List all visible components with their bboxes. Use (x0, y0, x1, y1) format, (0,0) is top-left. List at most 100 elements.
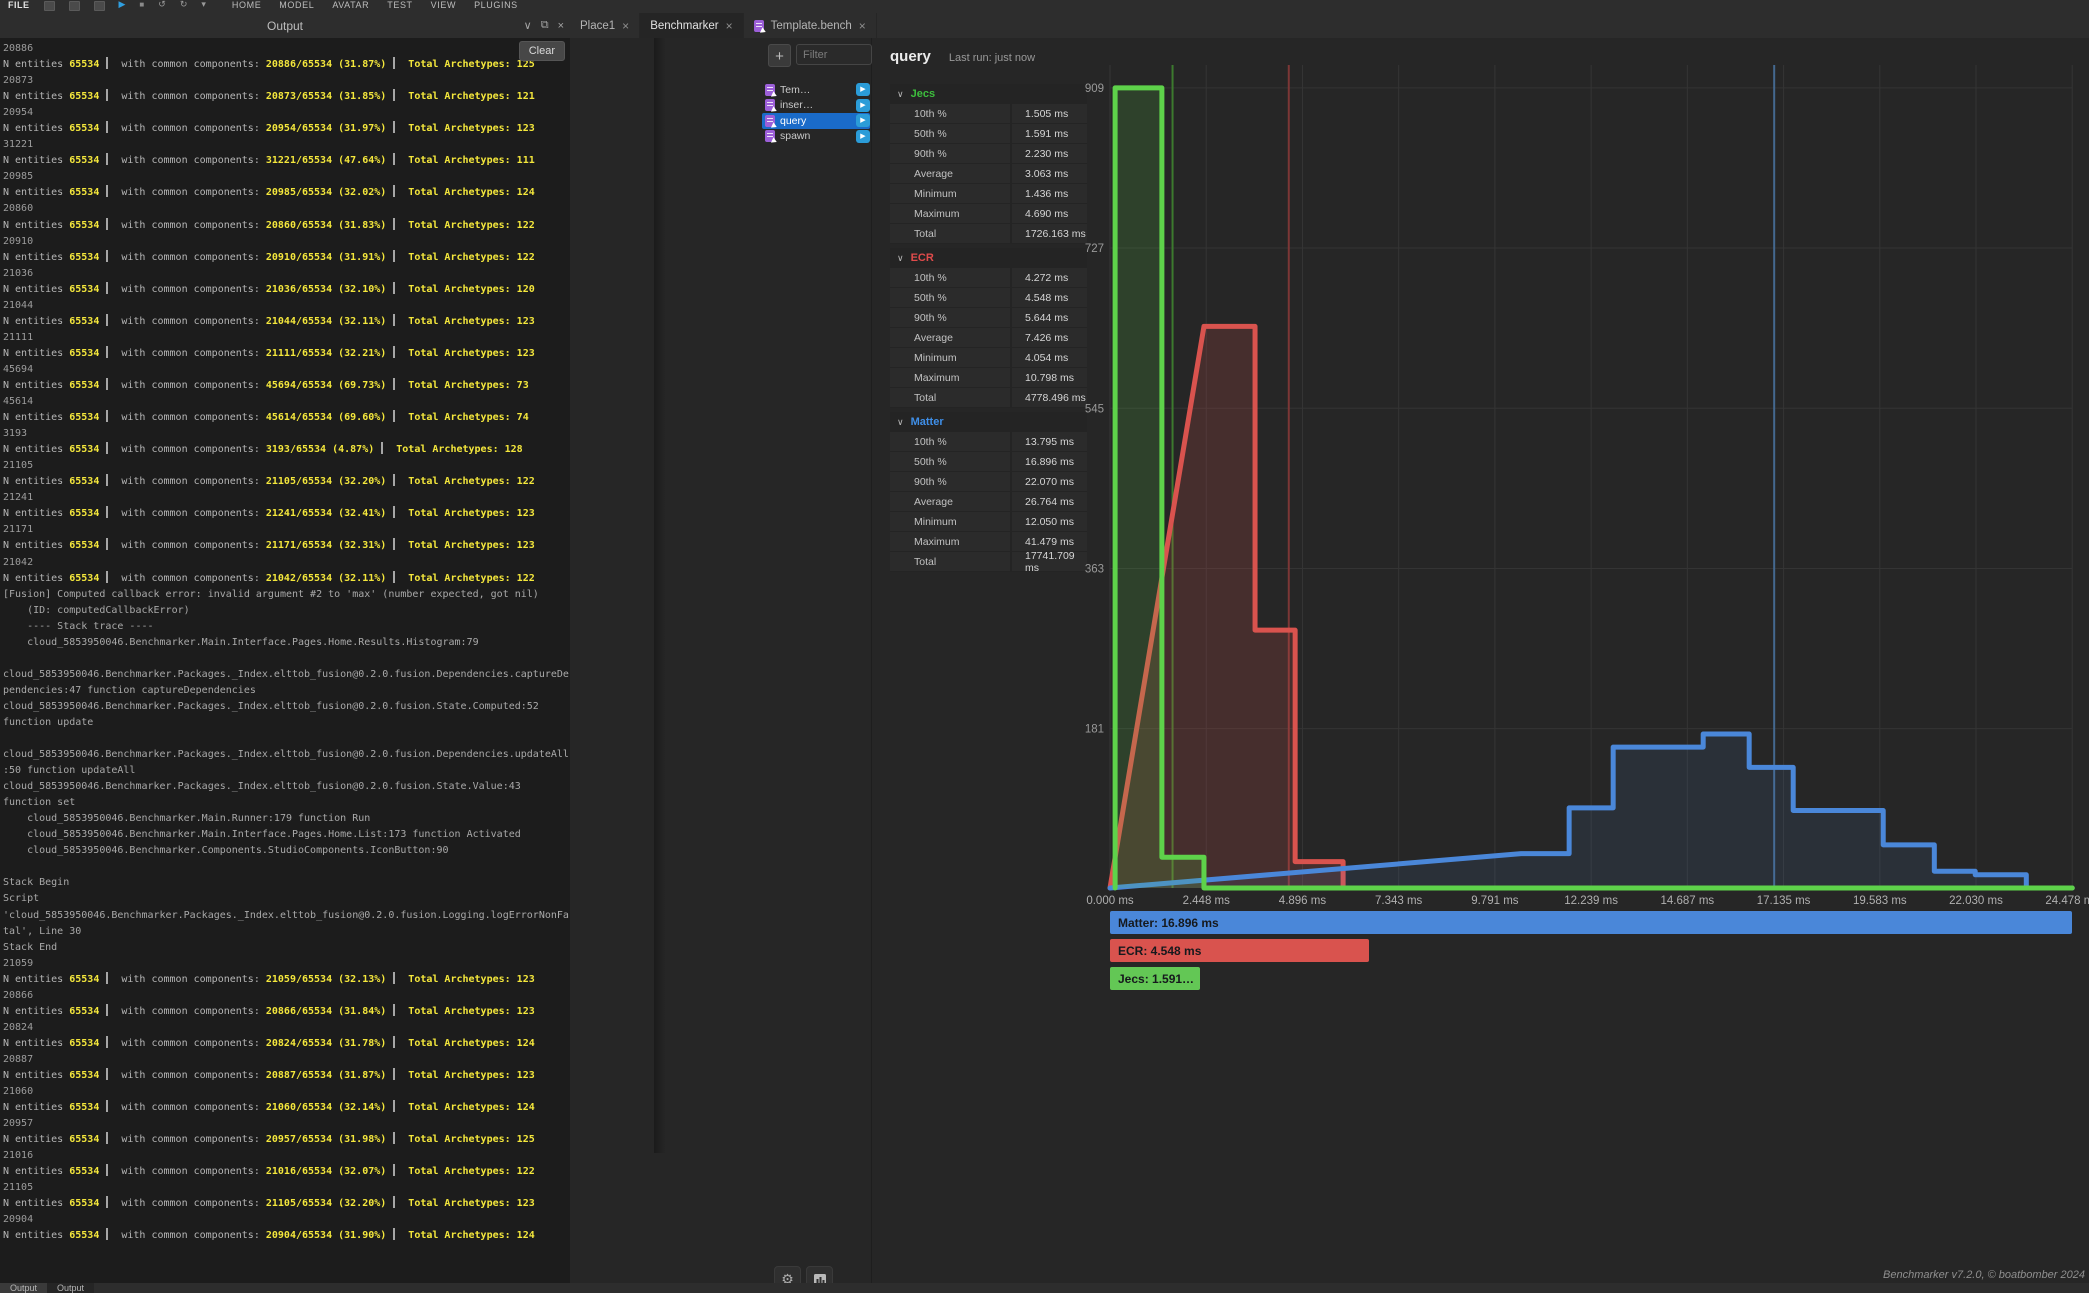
log-text: N entities (3, 123, 69, 134)
log-value: 31221/65534 (47.64%) (266, 155, 386, 166)
log-line: cloud_5853950046.Benchmarker.Packages._I… (3, 699, 570, 715)
log-line: pendencies:47 function captureDependenci… (3, 683, 570, 699)
benchmark-item-query[interactable]: query▶ (762, 113, 870, 129)
output-panel-header[interactable]: Output ∨ ⧉ × (0, 13, 570, 38)
log-text: N entities (3, 380, 69, 391)
play-icon[interactable]: ▶ (119, 0, 126, 9)
run-benchmark-button[interactable]: ▶ (856, 130, 870, 143)
output-log[interactable]: Clear 20886N entities 65534 with common … (0, 38, 570, 1283)
run-benchmark-button[interactable]: ▶ (856, 114, 870, 127)
log-number: 20954 (3, 107, 33, 118)
stats-row: 10th %4.272 ms (890, 268, 1087, 288)
ribbon-menu-test[interactable]: TEST (387, 0, 412, 10)
x-axis-label: 9.791 ms (1471, 895, 1519, 905)
log-separator (393, 1164, 395, 1176)
bottom-tab-output[interactable]: Output (0, 1283, 47, 1293)
stats-label: Maximum (890, 204, 1010, 223)
log-number: 31221 (3, 139, 33, 150)
log-value: Total Archetypes: 128 (390, 444, 522, 455)
stats-row: 90th %2.230 ms (890, 144, 1087, 164)
log-line: 'cloud_5853950046.Benchmarker.Packages._… (3, 908, 570, 924)
ribbon-menu-avatar[interactable]: AVATAR (332, 0, 369, 10)
log-value: Total Archetypes: 123 (402, 1006, 534, 1017)
chevron-down-icon[interactable]: ∨ (897, 89, 904, 100)
log-separator (106, 474, 108, 486)
log-number: 20824 (3, 1022, 33, 1033)
log-text: with common components: (115, 1230, 266, 1241)
log-text: with common components: (115, 1006, 266, 1017)
stats-section-header-ecr[interactable]: ∨ECR (890, 248, 1087, 268)
log-separator (393, 972, 395, 984)
clipboard-icon[interactable] (44, 1, 55, 11)
run-benchmark-button[interactable]: ▶ (856, 99, 870, 112)
log-value: 65534 (69, 1006, 99, 1017)
script-icon (765, 115, 775, 127)
x-axis-label: 0.000 ms (1086, 895, 1134, 905)
log-text: N entities (3, 59, 69, 70)
tab-close-icon[interactable]: × (726, 19, 733, 33)
log-line: cloud_5853950046.Benchmarker.Packages._I… (3, 779, 570, 795)
benchmark-item-Tem[interactable]: Tem…▶ (762, 82, 870, 98)
log-value: Total Archetypes: 124 (402, 187, 534, 198)
stats-value: 22.070 ms (1010, 472, 1087, 491)
ribbon-menu-plugins[interactable]: PLUGINS (474, 0, 518, 10)
stats-section-header-jecs[interactable]: ∨Jecs (890, 84, 1087, 104)
copy-icon[interactable] (69, 1, 80, 11)
log-separator (106, 1164, 108, 1176)
chevron-down-icon[interactable]: ∨ (897, 253, 904, 264)
chevron-down-icon[interactable]: ∨ (524, 19, 532, 32)
tab-place1[interactable]: Place1× (570, 13, 640, 38)
tab-benchmarker[interactable]: Benchmarker× (640, 13, 743, 38)
ribbon-menu-model[interactable]: MODEL (279, 0, 314, 10)
stats-value: 41.479 ms (1010, 532, 1087, 551)
ribbon-toolbar: FILE ▶ ■ ↺ ↻ ▾ HOME MODEL AVATAR TEST VIEW PL… (0, 0, 2089, 14)
tab-close-icon[interactable]: × (622, 19, 629, 33)
stats-label: Minimum (890, 348, 1010, 367)
log-value: Total Archetypes: 125 (402, 59, 534, 70)
tab-close-icon[interactable]: × (859, 19, 866, 33)
popout-icon[interactable]: ⧉ (541, 19, 549, 32)
undo-icon[interactable]: ↺ (158, 0, 166, 9)
log-value: 65534 (69, 284, 99, 295)
run-benchmark-button[interactable]: ▶ (856, 83, 870, 96)
log-value: 21042/65534 (32.11%) (266, 573, 386, 584)
stats-section-ecr: ∨ECR10th %4.272 ms50th %4.548 ms90th %5.… (890, 248, 1087, 408)
log-line: N entities 65534 with common components:… (3, 121, 570, 137)
ribbon-menu-view[interactable]: VIEW (431, 0, 456, 10)
log-line: 45694 (3, 362, 570, 378)
chevron-down-icon[interactable]: ∨ (897, 417, 904, 428)
benchmark-title: query (890, 48, 931, 65)
stop-icon[interactable]: ■ (139, 0, 144, 9)
log-number: 45694 (3, 364, 33, 375)
log-text: cloud_5853950046.Benchmarker.Packages._I… (3, 669, 569, 680)
stats-value: 1.505 ms (1010, 104, 1087, 123)
x-axis-label: 12.239 ms (1564, 895, 1618, 905)
benchmark-item-label: spawn (780, 130, 851, 142)
log-value: 21105/65534 (32.20%) (266, 1198, 386, 1209)
file-menu[interactable]: FILE (8, 0, 30, 10)
filter-input[interactable] (796, 44, 872, 65)
log-line: N entities 65534 with common components:… (3, 250, 570, 266)
log-text: N entities (3, 220, 69, 231)
add-benchmark-button[interactable]: + (768, 44, 791, 67)
ribbon-menu-home[interactable]: HOME (232, 0, 261, 10)
log-separator (106, 1132, 108, 1144)
benchmark-item-inser[interactable]: inser…▶ (762, 98, 870, 114)
log-value: Total Archetypes: 121 (402, 91, 534, 102)
log-separator (106, 1100, 108, 1112)
benchmark-item-spawn[interactable]: spawn ▶ (762, 129, 870, 145)
log-line: 20957 (3, 1116, 570, 1132)
legend-label: ECR: 4.548 ms (1110, 944, 1201, 958)
close-icon[interactable]: × (558, 20, 564, 32)
clear-button[interactable]: Clear (519, 41, 565, 61)
paste-icon[interactable] (94, 1, 105, 11)
stats-section-header-matter[interactable]: ∨Matter (890, 412, 1087, 432)
log-line: N entities 65534 with common components:… (3, 218, 570, 234)
redo-icon[interactable]: ↻ (180, 0, 188, 9)
bottom-tab-output[interactable]: Output (47, 1283, 94, 1293)
tab-template-bench[interactable]: Template.bench× (744, 13, 877, 38)
log-text: tal', Line 30 (3, 926, 81, 937)
log-text: cloud_5853950046.Benchmarker.Main.Interf… (3, 829, 521, 840)
log-text: N entities (3, 540, 69, 551)
redo-dropdown-icon[interactable]: ▾ (201, 0, 206, 9)
